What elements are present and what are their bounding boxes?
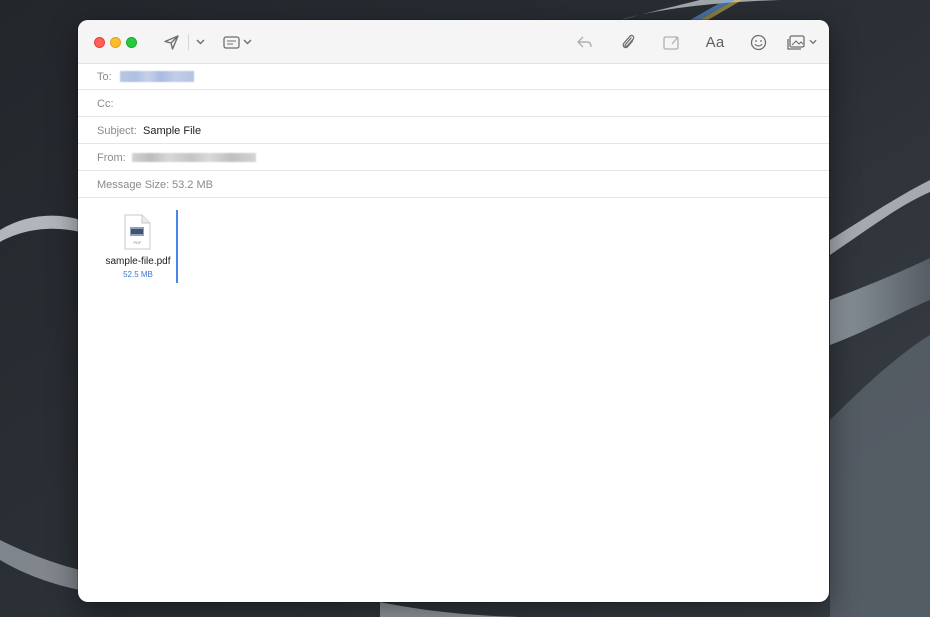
subject-value[interactable]: Sample File [143,125,201,137]
toolbar: Aa [78,20,829,64]
subject-field[interactable]: Subject: Sample File [78,117,829,144]
attachment-filename: sample-file.pdf [105,256,171,267]
attachment-filesize: 52.5 MB [123,270,153,279]
from-field[interactable]: From: [78,144,829,171]
chevron-down-icon[interactable] [193,35,207,49]
toolbar-separator [188,34,189,50]
emoji-icon[interactable] [748,32,768,52]
minimize-button[interactable] [110,37,121,48]
reply-icon[interactable] [574,32,594,52]
message-size-label: Message Size: [97,179,170,191]
compose-window: Aa To: Cc: Subject: Sample File From: Me… [78,20,829,602]
chevron-down-icon[interactable] [240,35,254,49]
subject-label: Subject: [97,125,137,137]
send-icon[interactable] [161,32,181,52]
to-label: To: [97,71,112,83]
from-address-redacted[interactable] [132,153,256,162]
attachment[interactable]: PDF sample-file.pdf 52.5 MB [98,210,178,282]
to-recipient-redacted[interactable] [120,71,194,82]
message-size-row: Message Size: 53.2 MB [78,171,829,198]
message-size-value: 53.2 MB [172,179,213,191]
zoom-button[interactable] [126,37,137,48]
close-button[interactable] [94,37,105,48]
header-fields-icon[interactable] [221,32,241,52]
pdf-file-icon: PDF [124,214,151,250]
to-field[interactable]: To: [78,63,829,90]
cc-label: Cc: [97,98,114,110]
photo-browser-icon[interactable] [786,32,806,52]
attachment-icon[interactable] [618,32,638,52]
markup-icon[interactable] [661,32,681,52]
text-cursor [176,210,178,283]
format-icon[interactable]: Aa [702,32,728,52]
cc-field[interactable]: Cc: [78,90,829,117]
pdf-icon-label: PDF [134,240,143,245]
chevron-down-icon[interactable] [807,35,819,49]
from-label: From: [97,152,126,164]
